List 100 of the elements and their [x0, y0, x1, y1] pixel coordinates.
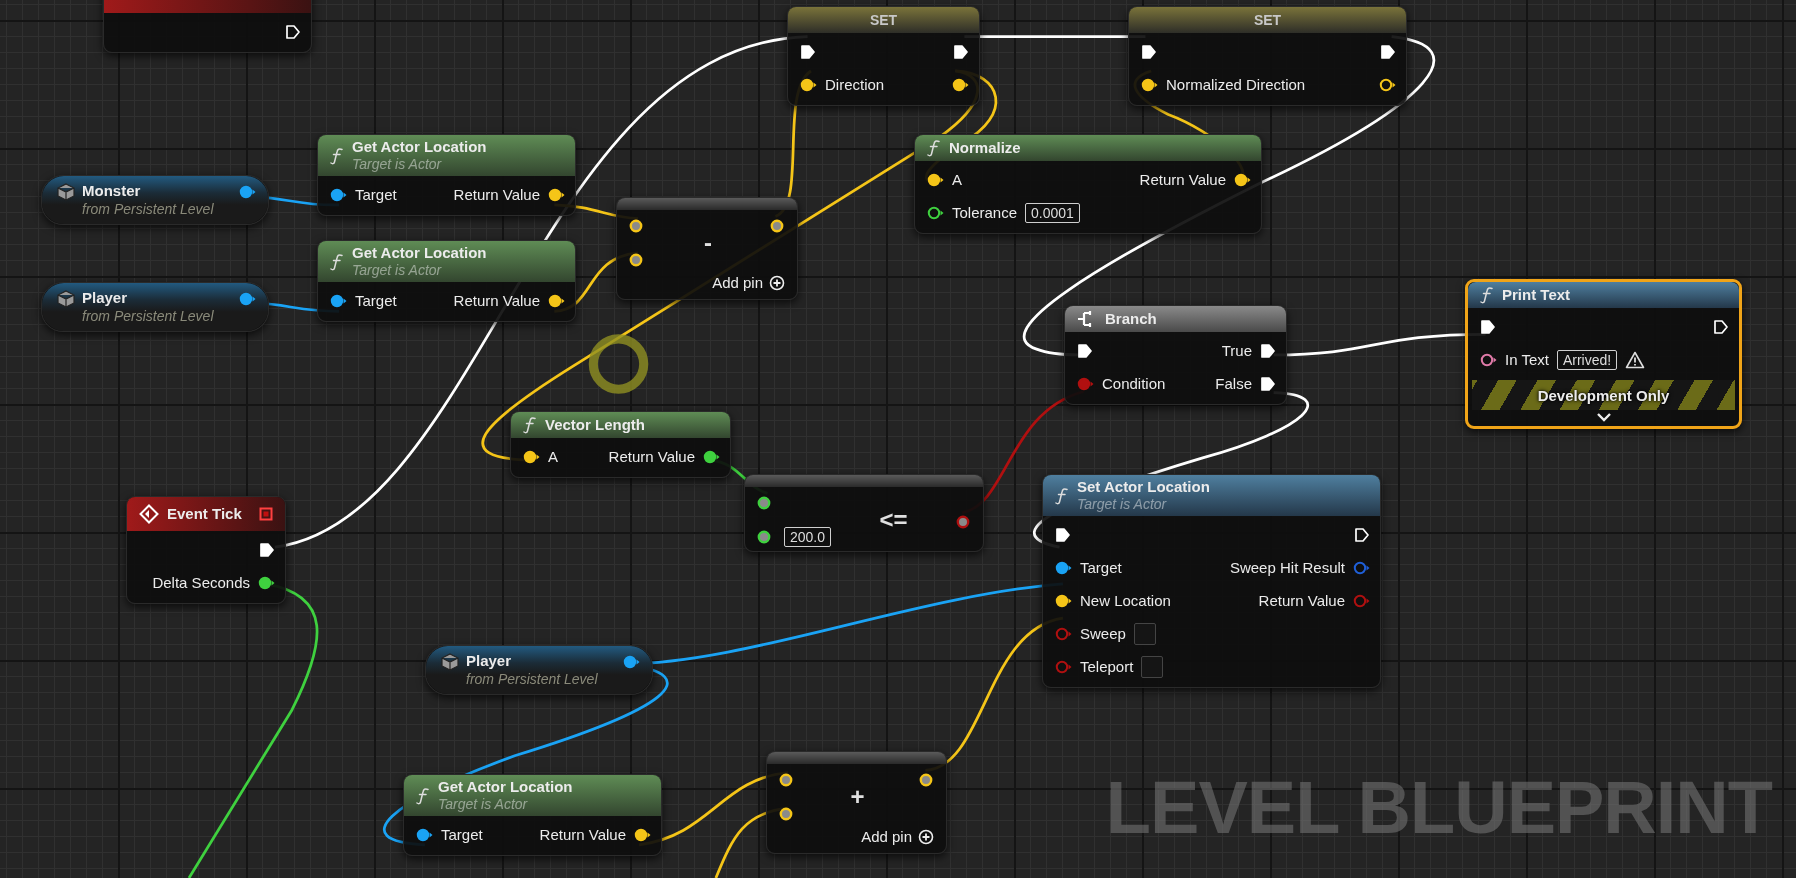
- exec-pin[interactable]: [1480, 318, 1496, 335]
- function-node[interactable]: Get Actor Location Target is Actor Target Return Value: [317, 240, 576, 322]
- pin-label: A: [952, 171, 962, 188]
- exec-pin[interactable]: [1055, 526, 1071, 543]
- data-pin[interactable]: [523, 448, 540, 465]
- event-icon: [139, 504, 159, 524]
- operator-symbol: -: [704, 229, 712, 257]
- data-pin[interactable]: [703, 448, 720, 465]
- pin-label: Teleport: [1080, 658, 1134, 675]
- node-subtitle: Target is Actor: [352, 262, 443, 279]
- node-title: SET: [869, 11, 898, 29]
- pin-label: New Location: [1080, 592, 1171, 609]
- function-node[interactable]: Set Actor Location Target is Actor Target Sweep Hit Result New Location Return Value Sweep Teleport: [1042, 474, 1381, 688]
- data-pin[interactable]: [239, 184, 256, 200]
- pin-label: False: [1215, 375, 1252, 392]
- node-title: Get Actor Location: [352, 244, 488, 262]
- exec-pin[interactable]: [1713, 318, 1729, 335]
- checkbox[interactable]: [1141, 655, 1164, 678]
- exec-pin[interactable]: [285, 23, 301, 40]
- function-icon: [927, 139, 941, 157]
- branch-node[interactable]: Branch True Condition False: [1064, 305, 1287, 405]
- data-pin[interactable]: [330, 186, 347, 203]
- data-pin[interactable]: [634, 826, 651, 843]
- operator-symbol: <=: [879, 506, 908, 534]
- function-node[interactable]: Normalize A Return Value Tolerance 0.0001: [914, 134, 1262, 234]
- function-node[interactable]: Get Actor Location Target is Actor Target Return Value: [317, 134, 576, 216]
- event-node[interactable]: [103, 0, 312, 53]
- variable-name: Player: [466, 651, 513, 670]
- cube-icon: [440, 653, 460, 671]
- function-icon: [523, 416, 537, 434]
- function-icon: [1055, 486, 1069, 505]
- exec-pin[interactable]: [1077, 342, 1093, 359]
- data-pin[interactable]: [1234, 171, 1251, 188]
- plus-icon: [918, 828, 934, 845]
- operator-node[interactable]: - Add pin: [616, 197, 798, 300]
- function-node[interactable]: Print Text In Text Arrived! Development Only: [1465, 279, 1742, 429]
- add-pin-button[interactable]: Add pin: [861, 828, 934, 845]
- variable-node[interactable]: Player from Persistent Level: [41, 282, 269, 332]
- data-pin[interactable]: [623, 654, 640, 670]
- set-node[interactable]: SET Normalized Direction: [1128, 6, 1407, 106]
- data-pin[interactable]: [1055, 592, 1072, 609]
- data-pin[interactable]: [416, 826, 433, 843]
- node-subtitle: Target is Actor: [352, 156, 443, 173]
- exec-pin[interactable]: [1260, 375, 1276, 392]
- exec-pin[interactable]: [259, 541, 275, 558]
- value-field[interactable]: 0.0001: [1025, 202, 1080, 223]
- operator-node[interactable]: 200.0 <=: [744, 474, 984, 552]
- click-indicator-icon: [588, 334, 649, 394]
- data-pin[interactable]: [548, 292, 565, 309]
- cube-icon: [56, 183, 76, 201]
- pin-label: Normalized Direction: [1166, 76, 1306, 93]
- pin-label: Direction: [825, 76, 885, 93]
- chevron-down-icon[interactable]: [1595, 412, 1612, 422]
- exec-pin[interactable]: [1141, 43, 1157, 60]
- event-node[interactable]: Event Tick Delta Seconds: [126, 496, 286, 604]
- square-icon: [259, 507, 273, 521]
- operator-node[interactable]: + Add pin: [766, 751, 947, 854]
- pin-label: Target: [1080, 559, 1122, 576]
- data-pin[interactable]: [1141, 76, 1158, 93]
- checkbox[interactable]: [1133, 622, 1156, 645]
- data-pin[interactable]: [952, 76, 969, 93]
- pin-label: In Text: [1505, 351, 1549, 368]
- function-node[interactable]: Vector Length A Return Value: [510, 411, 731, 478]
- value-field[interactable]: Arrived!: [1556, 349, 1618, 370]
- data-pin[interactable]: [1379, 76, 1396, 93]
- data-pin[interactable]: [1480, 351, 1497, 368]
- development-only-banner: Development Only: [1472, 380, 1735, 410]
- operator-symbol: +: [850, 783, 865, 811]
- exec-pin[interactable]: [1260, 342, 1276, 359]
- data-pin[interactable]: [800, 76, 817, 93]
- variable-source: from Persistent Level: [466, 670, 599, 688]
- exec-pin[interactable]: [953, 43, 969, 60]
- pin-label: Return Value: [453, 292, 540, 309]
- pin-label: Target: [441, 826, 483, 843]
- exec-pin[interactable]: [800, 43, 816, 60]
- data-pin[interactable]: [927, 204, 944, 221]
- exec-pin[interactable]: [1354, 526, 1370, 543]
- variable-name: Monster: [82, 181, 142, 200]
- set-node[interactable]: SET Direction: [787, 6, 980, 106]
- data-pin[interactable]: [330, 292, 347, 309]
- node-title: Vector Length: [545, 416, 646, 434]
- data-pin[interactable]: [1055, 559, 1072, 576]
- variable-node[interactable]: Player from Persistent Level: [425, 645, 653, 695]
- data-pin[interactable]: [239, 291, 256, 307]
- function-node[interactable]: Get Actor Location Target is Actor Target Return Value: [403, 774, 662, 856]
- data-pin[interactable]: [927, 171, 944, 188]
- node-title: Print Text: [1502, 286, 1572, 304]
- pin-label: Delta Seconds: [152, 574, 250, 591]
- add-pin-button[interactable]: Add pin: [712, 274, 785, 291]
- data-pin[interactable]: [548, 186, 565, 203]
- data-pin[interactable]: [258, 574, 275, 591]
- variable-node[interactable]: Monster from Persistent Level: [41, 175, 269, 225]
- node-subtitle: Target is Actor: [438, 796, 529, 813]
- node-subtitle: Target is Actor: [1077, 496, 1168, 513]
- function-icon: [330, 252, 344, 271]
- variable-source: from Persistent Level: [82, 200, 215, 218]
- exec-pin[interactable]: [1380, 43, 1396, 60]
- value-field[interactable]: 200.0: [784, 527, 832, 547]
- pin-label: Target: [355, 292, 397, 309]
- pin-label: Return Value: [1139, 171, 1226, 188]
